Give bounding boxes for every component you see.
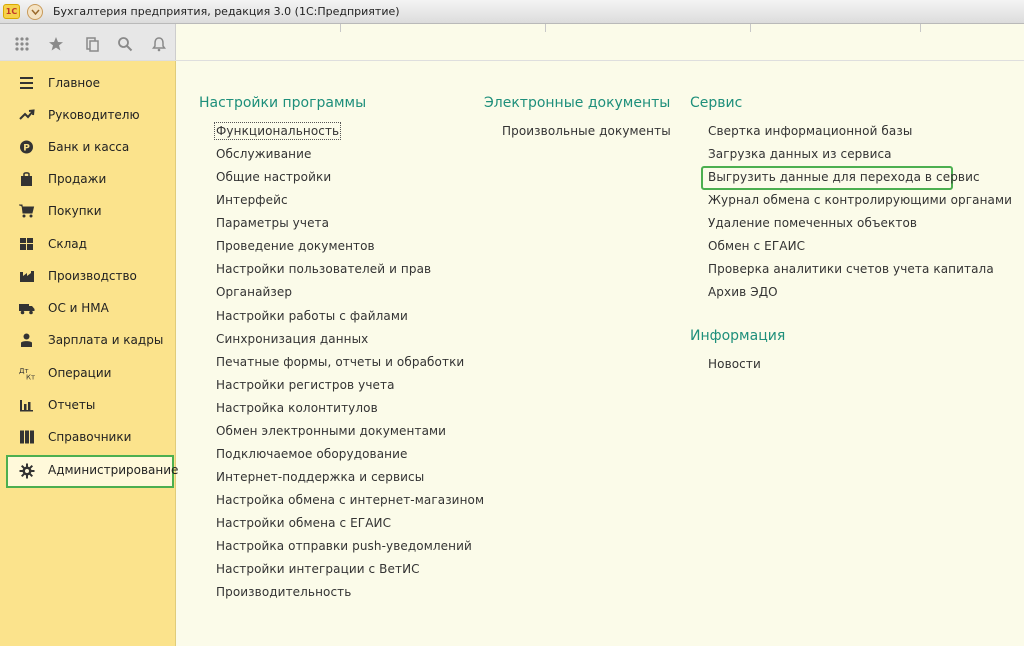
link-arbitrary-documents[interactable]: Произвольные документы <box>502 124 671 138</box>
warehouse-icon <box>19 237 35 251</box>
sidebar-item-label: Производство <box>48 269 137 283</box>
section-title-settings: Настройки программы <box>199 95 367 111</box>
link-internet-support[interactable]: Интернет-поддержка и сервисы <box>216 470 424 484</box>
window-title: Бухгалтерия предприятия, редакция 3.0 (1… <box>53 5 400 18</box>
sidebar-item-salary[interactable]: Зарплата и кадры <box>6 325 174 355</box>
gear-icon <box>19 463 35 479</box>
sidebar-item-warehouse[interactable]: Склад <box>6 229 174 259</box>
main-content: Настройки программы Функциональность Обс… <box>176 61 1024 646</box>
sidebar-item-label: Администрирование <box>48 463 179 477</box>
link-regulatory-exchange-log[interactable]: Журнал обмена с контролирующими органами <box>708 193 1012 207</box>
kt-text: Кт <box>26 374 35 381</box>
sidebar-item-label: Главное <box>48 76 100 90</box>
tab-separator <box>545 24 546 32</box>
link-export-to-service[interactable]: Выгрузить данные для перехода в сервис <box>708 170 980 184</box>
apps-grid-icon[interactable] <box>14 36 30 52</box>
link-document-posting[interactable]: Проведение документов <box>216 239 375 253</box>
sidebar-item-fixed-assets[interactable]: ОС и НМА <box>6 293 174 323</box>
sidebar-item-label: Справочники <box>48 430 132 444</box>
trend-icon <box>19 108 35 122</box>
link-performance[interactable]: Производительность <box>216 585 351 599</box>
link-push-notifications[interactable]: Настройка отправки push-уведомлений <box>216 539 472 553</box>
sidebar-item-references[interactable]: Справочники <box>6 422 174 452</box>
sidebar-item-operations[interactable]: Дт Кт Операции <box>6 358 174 388</box>
star-icon[interactable] <box>48 36 64 52</box>
bag-icon <box>19 172 35 186</box>
link-file-settings[interactable]: Настройки работы с файлами <box>216 309 408 323</box>
sections-sidebar: Главное Руководителю P Банк и касса Прод… <box>0 61 178 646</box>
title-bar: 1С Бухгалтерия предприятия, редакция 3.0… <box>0 0 1024 24</box>
tab-separator <box>920 24 921 32</box>
sidebar-item-label: Продажи <box>48 172 107 186</box>
link-news[interactable]: Новости <box>708 357 761 371</box>
link-accounting-parameters[interactable]: Параметры учета <box>216 216 329 230</box>
toolbar <box>0 24 1024 61</box>
sidebar-item-manager[interactable]: Руководителю <box>6 100 174 130</box>
sidebar-item-bank[interactable]: P Банк и касса <box>6 132 174 162</box>
tab-separator <box>750 24 751 32</box>
link-headers-footers[interactable]: Настройка колонтитулов <box>216 401 378 415</box>
section-title-edocs: Электронные документы <box>484 95 671 111</box>
section-title-service: Сервис <box>690 95 743 111</box>
chevron-down-icon <box>31 9 40 15</box>
sidebar-item-sales[interactable]: Продажи <box>6 164 174 194</box>
link-maintenance[interactable]: Обслуживание <box>216 147 311 161</box>
link-db-collapse[interactable]: Свертка информационной базы <box>708 124 912 138</box>
link-load-from-service[interactable]: Загрузка данных из сервиса <box>708 147 892 161</box>
cart-icon <box>19 204 35 218</box>
tab-separator <box>340 24 341 32</box>
sidebar-item-label: Покупки <box>48 204 102 218</box>
sidebar-item-label: Банк и касса <box>48 140 130 154</box>
history-icon[interactable] <box>84 36 100 52</box>
link-delete-marked[interactable]: Удаление помеченных объектов <box>708 216 917 230</box>
bell-icon[interactable] <box>151 36 167 52</box>
menu-lines-icon <box>19 76 35 90</box>
sidebar-item-label: Склад <box>48 237 87 251</box>
section-title-info: Информация <box>690 328 786 344</box>
link-organizer[interactable]: Органайзер <box>216 285 292 299</box>
link-capital-analytics-check[interactable]: Проверка аналитики счетов учета капитала <box>708 262 994 276</box>
link-edo-archive[interactable]: Архив ЭДО <box>708 285 778 299</box>
link-egais-exchange[interactable]: Обмен с ЕГАИС <box>708 239 805 253</box>
sidebar-item-production[interactable]: Производство <box>6 261 174 291</box>
sidebar-item-label: Операции <box>48 366 112 380</box>
link-data-sync[interactable]: Синхронизация данных <box>216 332 368 346</box>
link-users-rights[interactable]: Настройки пользователей и прав <box>216 262 431 276</box>
truck-icon <box>19 301 35 315</box>
link-edoc-exchange[interactable]: Обмен электронными документами <box>216 424 446 438</box>
link-egais-exchange-settings[interactable]: Настройки обмена с ЕГАИС <box>216 516 391 530</box>
sidebar-item-label: Зарплата и кадры <box>48 333 164 347</box>
link-vetis-integration[interactable]: Настройки интеграции с ВетИС <box>216 562 420 576</box>
link-print-forms[interactable]: Печатные формы, отчеты и обработки <box>216 355 464 369</box>
dt-kt-icon: Дт Кт <box>19 366 35 382</box>
factory-icon <box>19 269 35 283</box>
link-functionality[interactable]: Функциональность <box>213 122 342 140</box>
person-icon <box>19 333 35 347</box>
coin-icon: P <box>19 140 35 154</box>
sidebar-item-label: ОС и НМА <box>48 301 109 315</box>
svg-text:P: P <box>23 144 30 154</box>
link-accounting-registers[interactable]: Настройки регистров учета <box>216 378 395 392</box>
books-icon <box>19 430 35 444</box>
link-webshop-exchange[interactable]: Настройка обмена с интернет-магазином <box>216 493 484 507</box>
sidebar-item-administration[interactable]: Администрирование <box>6 455 178 488</box>
sidebar-item-reports[interactable]: Отчеты <box>6 390 174 420</box>
main-menu-button[interactable] <box>27 4 43 20</box>
search-icon[interactable] <box>117 36 133 52</box>
link-interface[interactable]: Интерфейс <box>216 193 288 207</box>
toolbar-icons <box>0 24 176 60</box>
sidebar-item-label: Руководителю <box>48 108 140 122</box>
bar-chart-icon <box>19 398 35 412</box>
sidebar-item-main[interactable]: Главное <box>6 68 174 98</box>
app-logo: 1С <box>3 4 20 19</box>
link-equipment[interactable]: Подключаемое оборудование <box>216 447 408 461</box>
link-general-settings[interactable]: Общие настройки <box>216 170 331 184</box>
sidebar-item-purchases[interactable]: Покупки <box>6 196 174 226</box>
sidebar-item-label: Отчеты <box>48 398 96 412</box>
